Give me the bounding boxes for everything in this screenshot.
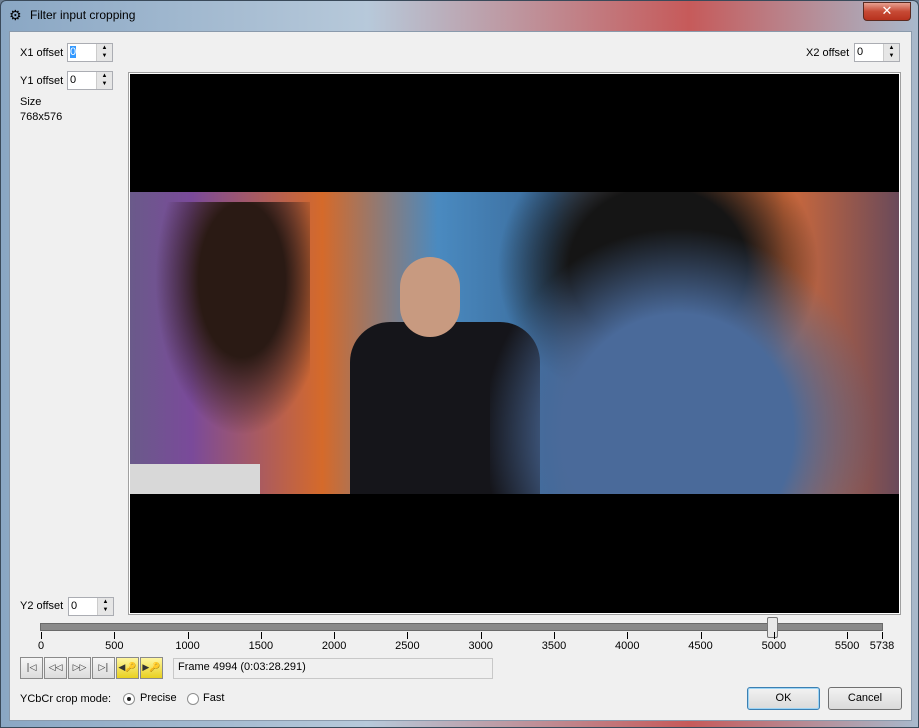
step-back-icon: ◁◁ [48,663,63,673]
fast-label[interactable]: Fast [203,692,224,704]
next-keyframe-button[interactable]: ▶🔑 [140,657,163,679]
timeline-tick [553,632,555,639]
timeline-tick-label: 4000 [615,640,640,652]
client-area: X1 offset 0 ▲ ▼ Y1 offset 0 ▲ ▼ Size 768x576… [9,31,912,721]
step-forward-button[interactable]: ▷▷ [68,657,91,679]
step-back-button[interactable]: ◁◁ [44,657,67,679]
timeline-tick [407,632,409,639]
frame-info: Frame 4994 (0:03:28.291) [173,658,493,679]
timeline-tick [700,632,702,639]
y2-offset-label: Y2 offset [20,600,64,612]
timeline-track[interactable] [40,623,883,631]
timeline-tick-label: 3000 [468,640,493,652]
spin-arrows-icon[interactable]: ▲ ▼ [97,598,113,615]
timeline-tick-label: 3500 [541,640,567,652]
step-forward-icon: ▷▷ [72,663,87,673]
timeline-tick-label: 0 [37,640,45,652]
spin-arrows-icon[interactable]: ▲ ▼ [883,44,899,61]
x1-offset-spinner[interactable]: 0 ▲ ▼ [67,43,113,62]
timeline-tick [260,632,262,639]
timeline-tick-label: 2500 [395,640,420,652]
timeline-tick-label: 5000 [761,640,787,652]
timeline-tick-label: 5738 [869,640,895,652]
x2-offset-label: X2 offset [806,47,850,59]
spin-arrows-icon[interactable]: ▲ ▼ [96,44,112,61]
cancel-button[interactable]: Cancel [828,687,902,710]
timeline-tick-label: 2000 [321,640,347,652]
spin-arrows-icon[interactable]: ▲ ▼ [96,72,112,89]
prev-keyframe-button[interactable]: ◀🔑 [116,657,139,679]
crop-preview[interactable] [128,72,901,615]
settings-icon: ⚙ [9,8,22,24]
x2-offset-input[interactable]: 0 [857,46,863,58]
timeline-tick [882,632,883,639]
timeline-tick-label: 5500 [834,640,860,652]
x1-offset-input[interactable]: 0 [70,46,77,58]
go-to-start-icon: |◁ [26,663,37,673]
x1-offset-label: X1 offset [20,47,64,59]
timeline-thumb[interactable] [766,617,778,638]
timeline-tick [773,632,775,639]
timeline-tick-label: 4500 [688,640,713,652]
next-keyframe-icon: ▶🔑 [142,663,161,673]
timeline-tick-label: 1500 [248,640,274,652]
ok-button[interactable]: OK [747,687,820,710]
precise-label[interactable]: Precise [140,692,177,704]
timeline-tick [334,632,336,639]
go-to-start-button[interactable]: |◁ [20,657,43,679]
timeline-tick [627,632,629,639]
timeline-tick [41,632,42,639]
fast-radio[interactable] [187,693,199,705]
timeline-tick [480,632,482,639]
y1-offset-input[interactable]: 0 [70,74,76,86]
close-button[interactable]: ✕ [863,2,911,21]
timeline-tick [114,632,116,639]
precise-radio[interactable] [123,693,135,705]
dialog-window: ⚙ Filter input cropping ✕ X1 offset 0 ▲ ▼ … [0,0,919,728]
go-to-end-icon: ▷| [98,663,109,673]
size-value: 768x576 [20,111,63,123]
timeline-tick [847,632,849,639]
video-frame [130,192,899,494]
go-to-end-button[interactable]: ▷| [92,657,115,679]
window-title: Filter input cropping [30,8,136,22]
y2-offset-spinner[interactable]: 0 ▲ ▼ [68,597,114,616]
prev-keyframe-icon: ◀🔑 [118,663,137,673]
timeline-tick-label: 500 [105,640,124,652]
y1-offset-spinner[interactable]: 0 ▲ ▼ [67,71,113,90]
y2-offset-input[interactable]: 0 [71,600,77,612]
x2-offset-spinner[interactable]: 0 ▲ ▼ [854,43,900,62]
timeline-tick [187,632,189,639]
crop-mode-label: YCbCr crop mode: [20,693,112,705]
size-label: Size [20,96,42,108]
timeline-tick-label: 1000 [175,640,200,652]
y1-offset-label: Y1 offset [20,75,64,87]
